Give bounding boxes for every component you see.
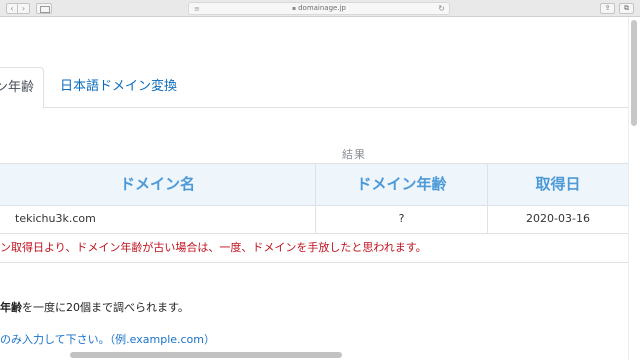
address-bar[interactable]: ≡ ▪ domainage.jp ↻	[188, 2, 450, 15]
reader-icon[interactable]: ≡	[194, 4, 200, 15]
table-header-row: ドメイン名 ドメイン年齢 取得日	[0, 163, 629, 206]
info-bold: 年齢	[0, 301, 22, 314]
header-registration-date: 取得日	[488, 164, 629, 205]
share-button[interactable]: ⇪	[600, 3, 615, 14]
reload-icon[interactable]: ↻	[438, 3, 445, 14]
info-rest: を一度に20個まで調べられます。	[22, 301, 189, 314]
tabs-icon: ⧉	[624, 4, 629, 12]
notice-text: ン取得日より、ドメイン年齢が古い場合は、一度、ドメインを手放したと思われます。	[0, 241, 427, 254]
tabs-button[interactable]: ⧉	[619, 3, 634, 14]
lock-icon: ▪	[292, 5, 297, 12]
results-caption: 結果	[342, 148, 366, 161]
horizontal-scroll-thumb[interactable]	[70, 352, 342, 358]
header-domain-name: ドメイン名	[0, 164, 316, 205]
share-icon: ⇪	[604, 4, 611, 12]
cell-domain-age: ?	[316, 206, 488, 233]
input-hint: のみ入力して下さい。（例.example.com）	[0, 333, 216, 346]
back-button[interactable]: ‹	[6, 3, 18, 14]
table-row: tekichu3k.com ? 2020-03-16	[0, 206, 629, 234]
nav-buttons: ‹ ›	[6, 3, 30, 14]
toolbar-right: ⇪ ⧉	[600, 3, 634, 14]
info-text: 年齢を一度に20個まで調べられます。	[0, 299, 189, 315]
chevron-left-icon: ‹	[10, 4, 14, 13]
cell-domain-name: tekichu3k.com	[0, 206, 316, 233]
tab-bar: ン年齢 日本語ドメイン変換	[0, 67, 628, 109]
browser-toolbar: ‹ › ≡ ▪ domainage.jp ↻ ⇪ ⧉	[0, 0, 640, 17]
chevron-right-icon: ›	[21, 4, 26, 13]
tab-label: 日本語ドメイン変換	[60, 79, 178, 94]
address-text: domainage.jp	[298, 4, 346, 12]
notice-row: ン取得日より、ドメイン年齢が古い場合は、一度、ドメインを手放したと思われます。	[0, 234, 628, 263]
tab-japanese-domain-convert[interactable]: 日本語ドメイン変換	[60, 67, 177, 108]
header-domain-age: ドメイン年齢	[316, 164, 488, 205]
tab-label: ン年齢	[0, 80, 35, 95]
forward-button[interactable]: ›	[18, 3, 30, 14]
tab-domain-age[interactable]: ン年齢	[0, 67, 44, 109]
vertical-scroll-thumb[interactable]	[631, 20, 637, 126]
cell-registration-date: 2020-03-16	[488, 206, 629, 233]
sidebar-toggle-button[interactable]	[36, 3, 52, 14]
